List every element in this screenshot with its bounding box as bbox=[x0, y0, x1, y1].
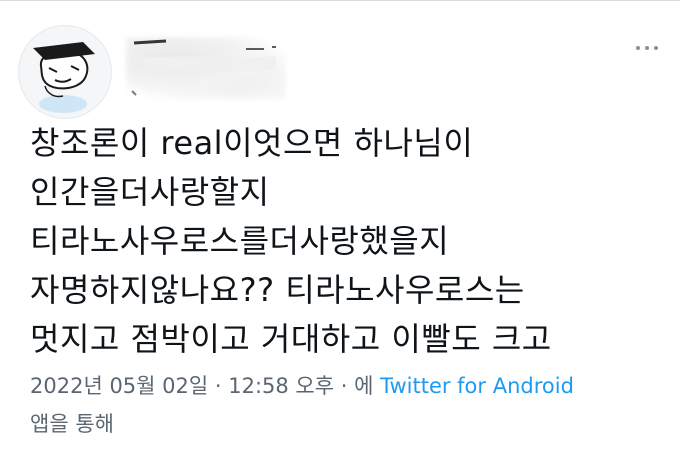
tweet-card: 창조론이 real이엇으면 하나님이 인간을더사랑할지 티라노사우로스를더사랑했… bbox=[0, 0, 680, 462]
avatar[interactable] bbox=[18, 25, 112, 119]
tweet-line: 창조론이 real이엇으면 하나님이 bbox=[30, 124, 474, 162]
tweet-line: 자명하지않나요?? 티라노사우로스는 bbox=[30, 271, 525, 309]
tweet-line: 인간을더사랑할지 bbox=[30, 173, 270, 211]
tweet-date[interactable]: 2022년 05월 02일 bbox=[30, 374, 208, 398]
tweet-metadata: 2022년 05월 02일 · 12:58 오후 · 에 Twitter for… bbox=[30, 367, 670, 443]
separator-dot: · bbox=[208, 374, 229, 398]
redacted-user-name[interactable] bbox=[126, 37, 296, 99]
tweet-line: 티라노사우로스를더사랑했을지 bbox=[30, 222, 450, 260]
timestamp-line: 2022년 05월 02일 · 12:58 오후 · 에 Twitter for… bbox=[30, 367, 670, 405]
tweet-time[interactable]: 12:58 오후 bbox=[228, 374, 334, 398]
source-prefix: · 에 bbox=[334, 374, 381, 398]
tweet-text: 창조론이 real이엇으면 하나님이 인간을더사랑할지 티라노사우로스를더사랑했… bbox=[30, 119, 670, 364]
more-horizontal-icon[interactable] bbox=[636, 43, 662, 53]
redaction-strokes bbox=[131, 39, 277, 96]
via-app-text: 앱을 통해 bbox=[30, 412, 114, 436]
source-link[interactable]: Twitter for Android bbox=[380, 374, 574, 398]
more-dot bbox=[645, 46, 649, 50]
more-dot bbox=[654, 46, 658, 50]
more-dot bbox=[636, 46, 640, 50]
avatar-drawing bbox=[33, 42, 95, 113]
tweet-line: 멋지고 점박이고 거대하고 이빨도 크고 bbox=[30, 320, 552, 358]
